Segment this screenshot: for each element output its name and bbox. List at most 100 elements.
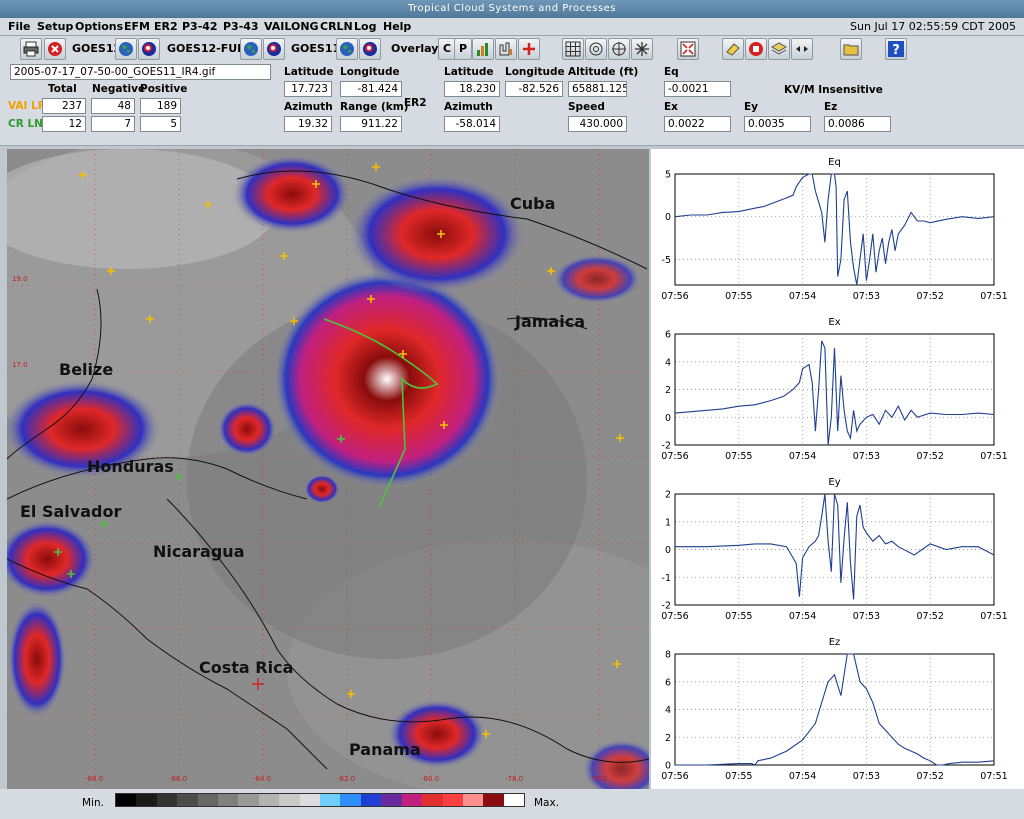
lon-tick-76: -76.0 [589,775,608,783]
pos1-latitude-field[interactable]: 17.723 [284,81,332,97]
arrows-icon [796,46,808,52]
ey-field[interactable]: 0.0035 [744,116,811,132]
pos1-longitude-field[interactable]: -81.424 [340,81,402,97]
goes12-full-color-globe-button[interactable] [263,38,285,60]
chart-series-line [674,340,995,446]
menu-help[interactable]: Help [383,18,411,36]
menu-efm[interactable]: EFM [124,18,150,36]
menu-options[interactable]: Options [75,18,123,36]
chart-y-tick-label: 0 [665,545,671,556]
info-panel: 2005-07-17_07-50-00_GOES11_IR4.gif Total… [0,62,1024,146]
eq-field[interactable]: -0.0021 [664,81,731,97]
lon-tick-88: -88.0 [85,775,104,783]
chart-x-tick-label: 07:52 [917,291,944,302]
pos2-latitude-label: Latitude [444,66,494,78]
colorbar-max-label: Max. [534,797,560,809]
asterisk-icon [635,42,649,56]
overlay-cross-button[interactable] [518,38,540,60]
menu-setup[interactable]: Setup [37,18,73,36]
chart-title: Eq [828,157,841,168]
country-label-el-salvador: El Salvador [20,502,122,521]
star-button[interactable] [631,38,653,60]
chart-y-tick-label: 4 [665,357,671,368]
pos2-azimuth-field[interactable]: -58.014 [444,116,500,132]
chart-series-line [675,493,995,600]
step-button[interactable] [791,38,813,60]
chart-x-tick-label: 07:53 [853,291,880,302]
goes12-full-globe-button[interactable] [240,38,262,60]
eraser-icon [726,43,740,56]
pos1-azimuth-field[interactable]: 19.32 [284,116,332,132]
chart-y-tick-label: -2 [662,441,671,452]
cr-ln-label: CR LN [8,118,43,130]
chart-y-tick-label: 4 [665,705,671,716]
erase-button[interactable] [722,38,744,60]
chart-y-tick-label: 1 [665,517,671,528]
chart-ez: Ez 8 6 4 2 0 07:56 07:55 07:54 07:53 07:52 07:51 [651,632,1024,790]
chart-frame [674,173,995,286]
grid-icon [565,41,581,57]
color-globe-icon [267,42,281,56]
pos2-azimuth-label: Azimuth [444,101,493,113]
chart-y-tick-label: -5 [662,255,671,266]
counts-positive-header: Positive [140,83,188,95]
vai-lr-negative-field[interactable]: 48 [91,98,135,114]
pos1-range-field[interactable]: 911.22 [340,116,402,132]
target-button[interactable] [585,38,607,60]
pos2-altitude-field[interactable]: 65881.125 [568,81,627,97]
colorbar-swatch [442,794,463,806]
grid-button[interactable] [562,38,584,60]
goes11-globe-button[interactable] [336,38,358,60]
chart-title: Ez [829,637,841,648]
pos2-speed-field[interactable]: 430.000 [568,116,627,132]
ex-label: Ex [664,101,678,113]
filename-field[interactable]: 2005-07-17_07-50-00_GOES11_IR4.gif [10,64,271,80]
country-label-jamaica: Jamaica [515,312,585,331]
pos2-longitude-field[interactable]: -82.526 [505,81,563,97]
fullscreen-button[interactable] [677,38,699,60]
overlay-p-button[interactable]: P [454,38,472,60]
menu-crln[interactable]: CRLN [320,18,353,36]
layers-button[interactable] [768,38,790,60]
goes12-color-globe-button[interactable] [138,38,160,60]
pos2-latitude-field[interactable]: 18.230 [444,81,500,97]
menu-p3-42[interactable]: P3-42 [182,18,218,36]
vai-lr-total-field[interactable]: 237 [42,98,86,114]
cr-ln-negative-field[interactable]: 7 [91,116,135,132]
pos2-altitude-label: Altitude (ft) [568,66,639,78]
cr-ln-total-field[interactable]: 12 [42,116,86,132]
goes11-color-globe-button[interactable] [359,38,381,60]
menu-p3-43[interactable]: P3-43 [223,18,259,36]
cr-ln-positive-field[interactable]: 5 [140,116,181,132]
chart-x-tick-label: 07:51 [980,291,1007,302]
menu-vailong[interactable]: VAILONG [264,18,319,36]
menu-er2[interactable]: ER2 [154,18,178,36]
print-button[interactable] [20,38,42,60]
lon-tick-78: -78.0 [505,775,524,783]
ez-field[interactable]: 0.0086 [824,116,891,132]
target-icon [589,42,603,56]
colorbar-panel: Min. Max. [0,789,1024,819]
globe-icon [244,42,258,56]
vai-lr-positive-field[interactable]: 189 [140,98,181,114]
overlay-histogram-button[interactable] [495,38,517,60]
menu-log[interactable]: Log [354,18,376,36]
chart-x-tick-label: 07:54 [789,291,816,302]
ex-field[interactable]: 0.0022 [664,116,731,132]
stop-button[interactable] [44,38,66,60]
overlay-bars-button[interactable] [472,38,494,60]
satellite-map[interactable]: Cuba Jamaica Belize Honduras El Salvador… [7,149,649,789]
chart-y-tick-label: 6 [665,677,671,688]
field-charts-panel: Eq 5 0 -5 07:56 07:55 07:54 07:53 07:52 07:51 Ex 6… [651,149,1024,789]
goes12-globe-button[interactable] [115,38,137,60]
record-stop-button[interactable] [745,38,767,60]
lon-tick-82: -82.0 [337,775,356,783]
open-folder-button[interactable] [840,38,862,60]
chart-x-tick-label: 07:51 [980,611,1007,622]
help-button[interactable]: ? [885,38,907,60]
clock-display: Sun Jul 17 02:55:59 CDT 2005 [850,20,1016,33]
chart-y-tick-label: 5 [665,170,671,181]
menu-file[interactable]: File [8,18,31,36]
crosshair-button[interactable] [608,38,630,60]
goes11-label: GOES11 [291,42,341,55]
